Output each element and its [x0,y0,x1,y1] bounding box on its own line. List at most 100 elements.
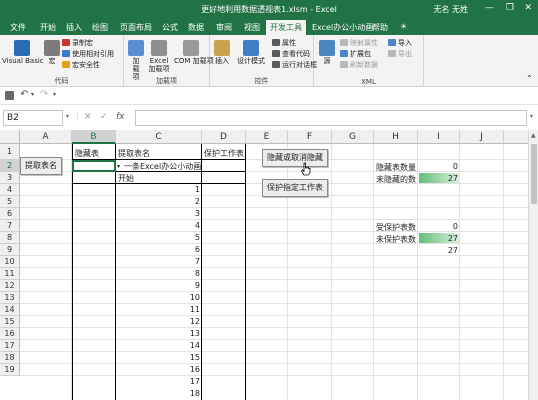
tab-home[interactable]: 开始 [36,21,60,35]
collapse-ribbon-icon[interactable]: ⌃ [526,75,533,83]
column-header-f[interactable]: F [288,130,332,144]
cell-i9[interactable]: 27 [444,246,458,255]
excel-addins-button[interactable]: Excel 加载项 [146,40,172,73]
tab-data[interactable]: 数据 [184,21,208,35]
column-header-a[interactable]: A [20,130,72,144]
scroll-thumb[interactable] [531,144,537,204]
column-header-d[interactable]: D [202,130,246,144]
customize-qat-icon[interactable]: ▾ [53,91,56,98]
cell-dropdown-icon[interactable]: ▾ [117,163,120,170]
visual-basic-button[interactable]: Visual Basic [2,40,44,65]
cell-c-number[interactable]: 18 [186,389,200,398]
cell-c-number[interactable]: 6 [190,245,200,254]
cell-i3[interactable]: 27 [444,174,458,183]
cell-c-number[interactable]: 12 [186,317,200,326]
row-header[interactable]: 15 [0,316,20,328]
active-cell-b2[interactable] [72,160,116,172]
cell-c-number[interactable]: 16 [186,365,200,374]
column-header-i[interactable]: I [418,130,460,144]
cell-d1[interactable]: 保护工作表 [204,148,244,159]
tab-insert[interactable]: 插入 [62,21,86,35]
scroll-up-icon[interactable]: ▲ [531,132,536,139]
tab-draw[interactable]: 绘图 [88,21,112,35]
cell-i2[interactable]: 0 [448,162,458,171]
row-header[interactable]: 8 [0,232,20,244]
row-header[interactable]: 3 [0,172,20,184]
cell-i7[interactable]: 0 [448,222,458,231]
row-header[interactable]: 5 [0,196,20,208]
row-header[interactable]: 10 [0,256,20,268]
cell-c-number[interactable]: 2 [190,197,200,206]
cell-c-number[interactable]: 5 [190,233,200,242]
properties-button[interactable]: 属性 [272,39,296,48]
tab-review[interactable]: 审阅 [212,21,236,35]
undo-dropdown-icon[interactable]: ▾ [31,91,34,98]
cell-c-number[interactable]: 1 [190,185,200,194]
tab-developer[interactable]: 开发工具 [266,20,306,35]
row-header[interactable]: 16 [0,328,20,340]
expand-formula-bar-icon[interactable]: ▾ [530,113,533,120]
protect-sheets-button[interactable]: 保护指定工作表 [262,179,328,197]
select-all-corner[interactable] [0,130,20,144]
tab-page-layout[interactable]: 页面布局 [116,21,156,35]
row-header[interactable]: 19 [0,364,20,376]
cell-h3[interactable]: 未隐藏的数 [376,174,416,185]
row-header[interactable]: 6 [0,208,20,220]
name-box[interactable]: B2 [3,110,63,126]
tab-view[interactable]: 视图 [240,21,264,35]
map-properties-button[interactable]: 映射属性 [340,39,378,48]
cell-c-number[interactable]: 4 [190,221,200,230]
macro-security-button[interactable]: 宏安全性 [62,61,100,70]
formula-input[interactable] [135,110,527,126]
relative-refs-button[interactable]: 使用相对引用 [62,50,114,59]
column-header-g[interactable]: G [332,130,374,144]
cell-h2[interactable]: 隐藏表数量 [376,162,416,173]
view-code-button[interactable]: 查看代码 [272,50,310,59]
cell-h8[interactable]: 未保护表数 [376,234,416,245]
lightbulb-icon[interactable]: ☀ [396,21,411,35]
cell-c-number[interactable]: 14 [186,341,200,350]
tab-help[interactable]: 帮助 [368,21,392,35]
run-dialog-button[interactable]: 运行对话框 [272,61,317,70]
row-header[interactable]: 4 [0,184,20,196]
macros-button[interactable]: 宏 [44,40,60,65]
cell-c-number[interactable]: 17 [186,377,200,386]
cell-c3[interactable]: 开始 [118,173,134,184]
insert-control-button[interactable]: 插入 [212,40,232,65]
design-mode-button[interactable]: 设计模式 [234,40,268,65]
minimize-button[interactable]: — [485,3,494,14]
record-macro-button[interactable]: 录制宏 [62,39,93,48]
row-header[interactable]: 7 [0,220,20,232]
com-addins-button[interactable]: COM 加载项 [174,40,214,65]
row-header[interactable]: 1 [0,144,20,160]
tab-file[interactable]: 文件 [6,21,30,35]
enter-icon[interactable]: ✓ [100,112,108,122]
cell-i8[interactable]: 27 [444,234,458,243]
column-header-e[interactable]: E [246,130,288,144]
cell-c-number[interactable]: 11 [186,305,200,314]
refresh-data-button[interactable]: 刷新数据 [340,61,378,70]
row-header[interactable]: 17 [0,340,20,352]
name-box-dropdown-icon[interactable]: ▾ [66,113,69,120]
close-button[interactable]: ✕ [524,3,532,14]
tab-formulas[interactable]: 公式 [158,21,182,35]
cell-c1[interactable]: 提取表名 [118,148,150,159]
export-button[interactable]: 导出 [388,50,412,59]
row-header[interactable]: 12 [0,280,20,292]
column-header-c[interactable]: C [116,130,202,144]
cancel-icon[interactable]: ✕ [84,112,92,122]
vertical-scrollbar[interactable]: ▲ [528,130,538,400]
column-header-j[interactable]: J [460,130,504,144]
cell-c-number[interactable]: 15 [186,353,200,362]
worksheet-grid[interactable]: A B C D E F G H I J 1 2 3 4 5 6 7 8 9 10… [0,130,528,400]
user-name[interactable]: 无名 无姓 [433,4,468,15]
restore-button[interactable]: ❐ [506,3,514,14]
extract-sheet-names-button[interactable]: 提取表名 [20,157,62,175]
toggle-hide-sheets-button[interactable]: 隐藏或取消隐藏 [262,149,328,167]
row-header[interactable]: 18 [0,352,20,364]
cell-c-number[interactable]: 13 [186,329,200,338]
column-header-h[interactable]: H [374,130,418,144]
addins-button[interactable]: 加载项 [126,40,146,81]
row-header[interactable]: 11 [0,268,20,280]
cell-c2[interactable]: 一条Excel办公小动画 [124,161,201,172]
